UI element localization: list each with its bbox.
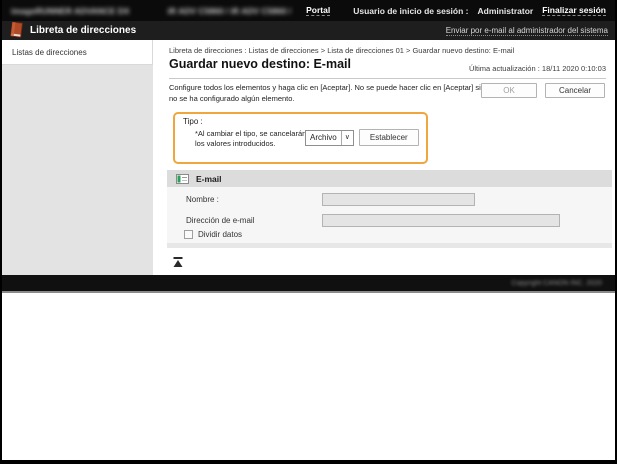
email-address-input[interactable] (322, 214, 560, 227)
screen-frame: imageRUNNER ADVANCE DX iR ADV C5860 / iR… (0, 0, 617, 464)
address-book-icon (9, 22, 24, 39)
topbar-links: Portal Usuario de inicio de sesión : Adm… (306, 5, 606, 16)
main-content: Libreta de direcciones : Listas de direc… (153, 40, 615, 275)
back-to-top-icon[interactable] (173, 254, 183, 264)
establecer-button[interactable]: Establecer (359, 129, 419, 146)
email-section: E-mail Nombre : Dirección de e-mail Divi… (167, 170, 612, 248)
title-divider (169, 78, 606, 79)
app-header: Libreta de direcciones Enviar por e-mail… (2, 21, 615, 40)
tipo-select-value: Archivo (306, 133, 341, 142)
email-section-title: E-mail (196, 174, 222, 184)
sidebar-item-label: Listas de direcciones (12, 48, 87, 57)
logout-link[interactable]: Finalizar sesión (542, 5, 606, 16)
last-updated: Última actualización : 18/11 2020 0:10:0… (469, 64, 606, 73)
email-section-body: Nombre : Dirección de e-mail Dividir dat… (167, 187, 612, 243)
email-icon (176, 174, 189, 184)
tipo-note: *Al cambiar el tipo, se cancelarán los v… (195, 129, 307, 149)
device-identity: imageRUNNER ADVANCE DX iR ADV C5860 / iR… (11, 6, 291, 16)
sidebar-item-listas-de-direcciones[interactable]: Listas de direcciones (2, 40, 153, 65)
email-address-label: Dirección de e-mail (186, 216, 254, 225)
device-name: imageRUNNER ADVANCE DX (11, 6, 130, 16)
name-input[interactable] (322, 193, 475, 206)
viewport-empty-area (2, 295, 615, 460)
action-buttons: OK Cancelar (481, 83, 605, 98)
page-footer: Copyright CANON INC. 2020 (2, 275, 615, 293)
divide-data-label: Dividir datos (198, 230, 242, 239)
tipo-select[interactable]: Archivo ∨ (305, 130, 354, 146)
device-topbar: imageRUNNER ADVANCE DX iR ADV C5860 / iR… (2, 0, 615, 21)
cancel-button[interactable]: Cancelar (545, 83, 605, 98)
login-user-name: Administrator (477, 6, 533, 16)
app-title: Libreta de direcciones (30, 25, 136, 36)
ok-button[interactable]: OK (481, 83, 537, 98)
portal-link[interactable]: Portal (306, 5, 330, 16)
tipo-controls: Archivo ∨ Establecer (305, 129, 419, 146)
breadcrumb: Libreta de direcciones : Listas de direc… (169, 46, 514, 55)
login-user-label: Usuario de inicio de sesión : (353, 6, 468, 16)
sidebar-background (2, 65, 153, 275)
copyright-text: Copyright CANON INC. 2020 (511, 280, 602, 287)
chevron-down-icon: ∨ (341, 131, 353, 145)
tipo-label: Tipo : (183, 117, 203, 126)
tipo-fieldset: Tipo : *Al cambiar el tipo, se cancelará… (173, 112, 428, 164)
name-label: Nombre : (186, 195, 219, 204)
divide-data-checkbox[interactable] (184, 230, 193, 239)
mail-admin-link[interactable]: Enviar por e-mail al administrador del s… (446, 26, 608, 36)
page-title: Guardar nuevo destino: E-mail (169, 57, 351, 71)
instructions-text: Configure todos los elementos y haga cli… (169, 83, 487, 104)
email-section-header: E-mail (167, 170, 612, 187)
device-model: iR ADV C5860 / iR ADV C5860 / (168, 6, 292, 16)
browser-page: imageRUNNER ADVANCE DX iR ADV C5860 / iR… (2, 0, 615, 460)
email-section-footer (167, 243, 612, 248)
